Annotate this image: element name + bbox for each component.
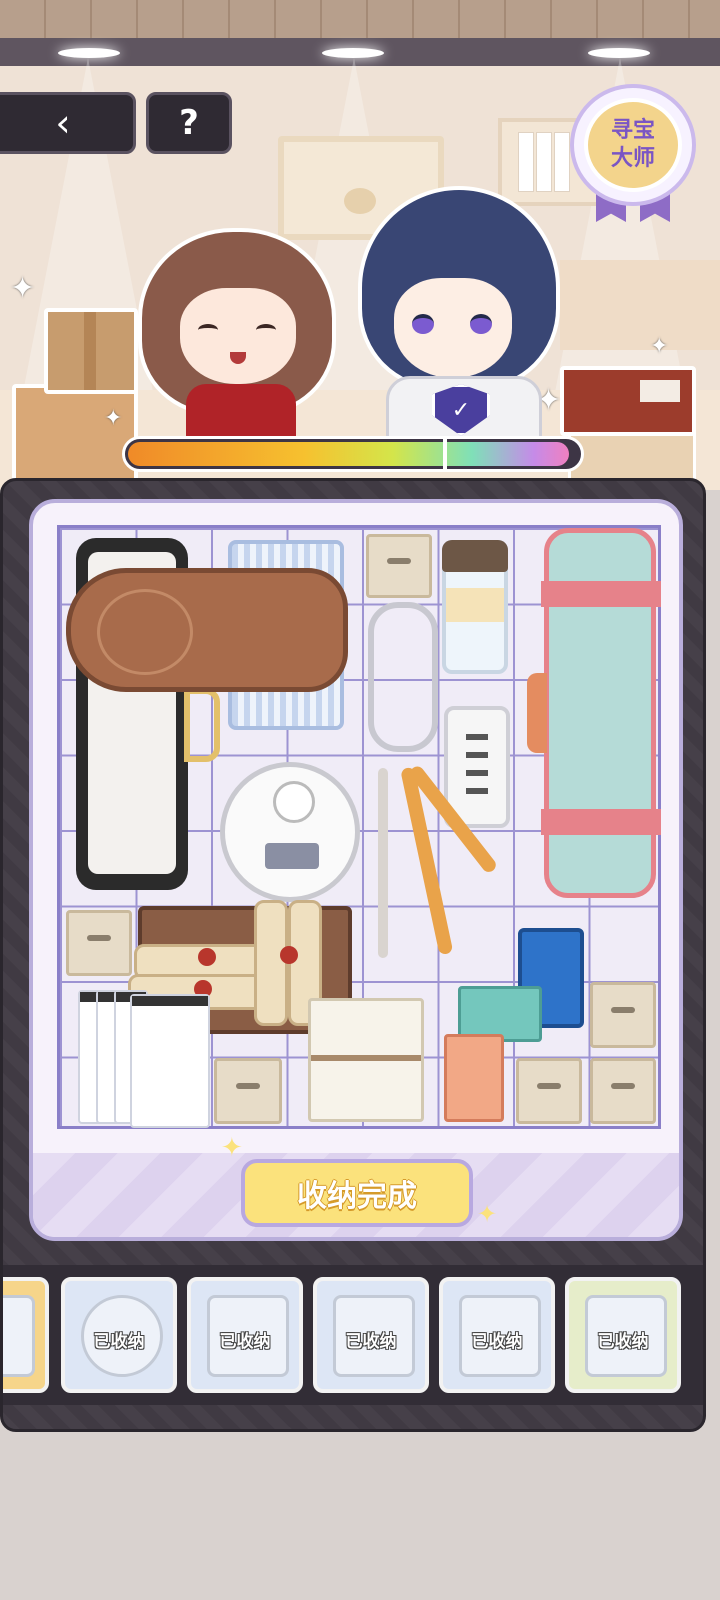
tray-slot-partial[interactable] bbox=[3, 1277, 49, 1393]
paper-rolls-item[interactable] bbox=[78, 990, 210, 1128]
chevron-left-icon: ‹ bbox=[55, 101, 71, 145]
stored-label: 已收纳 bbox=[219, 1332, 271, 1352]
help-button[interactable]: ? bbox=[146, 92, 232, 154]
storage-box-item[interactable] bbox=[214, 1058, 282, 1124]
item-tray[interactable]: 已收纳 已收纳 已收纳 已收纳 已收纳 bbox=[3, 1265, 703, 1405]
sparkle-icon: ✦ bbox=[650, 334, 669, 359]
guitar-case-item[interactable] bbox=[66, 568, 348, 692]
storage-box-item[interactable] bbox=[366, 534, 432, 598]
cardboard-box bbox=[12, 384, 138, 484]
back-button[interactable]: ‹ bbox=[0, 92, 136, 154]
ceiling bbox=[0, 0, 720, 40]
badge-line-1: 寻宝 bbox=[610, 118, 655, 143]
treasure-master-badge[interactable]: 寻宝 大师 bbox=[570, 84, 696, 224]
storage-box-item[interactable] bbox=[590, 982, 656, 1048]
cardboard-box bbox=[44, 308, 138, 394]
storage-box-item[interactable] bbox=[516, 1058, 582, 1124]
tray-slot-hanger[interactable]: 已收纳 bbox=[439, 1277, 555, 1393]
ceiling-lamp bbox=[588, 48, 650, 58]
box-thumbnail bbox=[3, 1295, 35, 1377]
tray-slot-cup[interactable]: 已收纳 bbox=[565, 1277, 681, 1393]
sparkle-icon: ✦ bbox=[221, 1133, 243, 1163]
storage-box-item[interactable] bbox=[590, 1058, 656, 1124]
progress-bar bbox=[122, 436, 584, 472]
help-icon: ? bbox=[179, 103, 199, 143]
cable-item[interactable] bbox=[368, 602, 438, 752]
cup-item[interactable] bbox=[442, 540, 508, 674]
robot-vacuum-item[interactable] bbox=[220, 762, 360, 902]
ceiling-lamp bbox=[58, 48, 120, 58]
orange-book-item[interactable] bbox=[444, 1034, 504, 1122]
stored-label: 已收纳 bbox=[345, 1332, 397, 1352]
paper-bundle-item[interactable] bbox=[308, 998, 424, 1122]
stored-label: 已收纳 bbox=[93, 1332, 145, 1352]
suitcase-item[interactable] bbox=[527, 528, 661, 898]
ceiling-lamp bbox=[322, 48, 384, 58]
game-scene: ✦ ✦ ✦ ✦ ✓ ‹ ? 寻宝 大师 bbox=[0, 0, 720, 490]
sparkle-icon: ✦ bbox=[477, 1200, 498, 1228]
badge-line-2: 大师 bbox=[610, 146, 655, 171]
character-girl bbox=[126, 228, 336, 440]
hanger-item[interactable] bbox=[378, 758, 506, 958]
tray-slot-books[interactable]: 已收纳 bbox=[313, 1277, 429, 1393]
storage-box-item[interactable] bbox=[66, 910, 132, 976]
storage-board: ✦ ✦ 收纳完成 bbox=[29, 499, 683, 1241]
tray-slot-cable[interactable]: 已收纳 bbox=[187, 1277, 303, 1393]
storage-grid[interactable] bbox=[57, 525, 661, 1129]
stored-label: 已收纳 bbox=[471, 1332, 523, 1352]
progress-fill bbox=[128, 442, 569, 466]
character-boy: ✓ bbox=[350, 186, 562, 440]
storage-panel: ✦ ✦ 收纳完成 已收纳 已收纳 已收纳 已收纳 已收纳 bbox=[0, 478, 706, 1432]
back-shelf bbox=[560, 260, 720, 350]
red-box bbox=[560, 366, 696, 436]
sparkle-icon: ✦ bbox=[10, 271, 36, 306]
tray-slot-robot-vacuum[interactable]: 已收纳 bbox=[61, 1277, 177, 1393]
progress-marker bbox=[443, 439, 447, 469]
sparkle-icon: ✦ bbox=[104, 406, 123, 431]
stored-label: 已收纳 bbox=[597, 1332, 649, 1352]
storage-complete-button[interactable]: 收纳完成 bbox=[241, 1159, 473, 1227]
